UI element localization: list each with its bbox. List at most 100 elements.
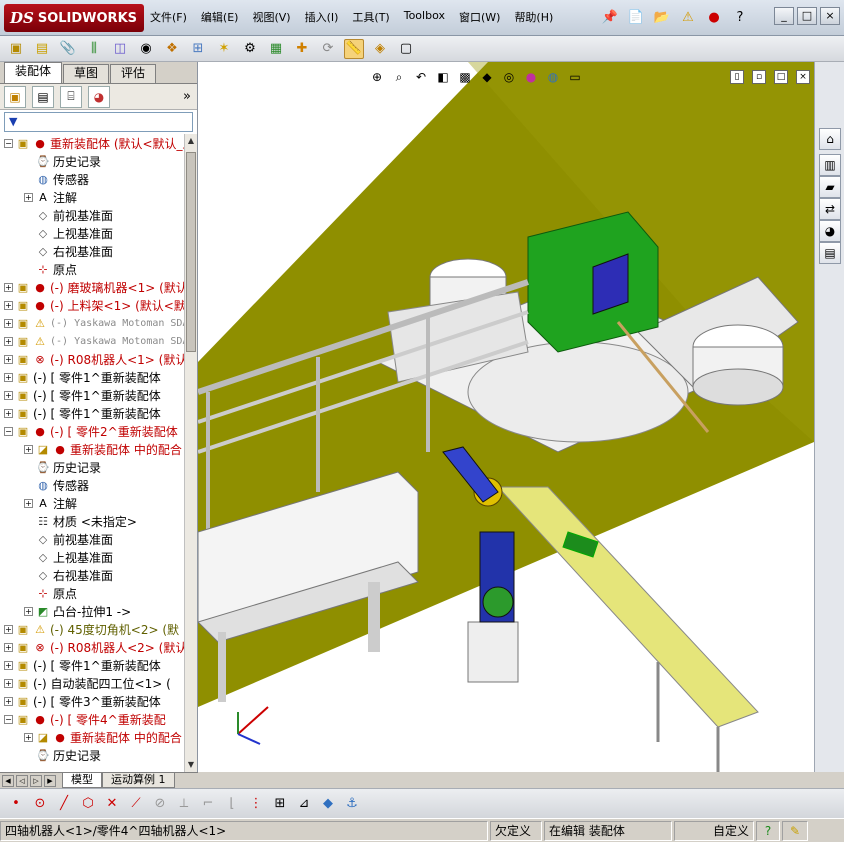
menu-edit[interactable]: 编辑(E): [201, 9, 239, 25]
expand-icon[interactable]: +: [24, 444, 33, 454]
tree-scrollbar[interactable]: ▲ ▼: [184, 134, 197, 772]
expand-icon[interactable]: +: [4, 408, 13, 418]
viewport-close-icon[interactable]: ×: [796, 70, 810, 84]
tree-item[interactable]: + ▣ (-) [ 零件1^重新装配体: [4, 656, 161, 674]
maximize-button[interactable]: □: [797, 7, 817, 25]
view-icon[interactable]: ◉: [136, 39, 156, 59]
status-tag-icon[interactable]: ✎: [782, 820, 808, 841]
align-icon[interactable]: ⫼: [84, 39, 104, 59]
tree-item[interactable]: + A 注解: [24, 494, 77, 512]
tree-item[interactable]: + ◩ 凸台-拉伸1 ->: [24, 602, 131, 620]
display-style-icon[interactable]: ◆: [478, 68, 496, 86]
tree-item[interactable]: ⌚ 历史记录: [24, 746, 101, 764]
status-units[interactable]: 自定义: [674, 820, 754, 841]
menu-file[interactable]: 文件(F): [150, 9, 187, 25]
menu-insert[interactable]: 插入(I): [305, 9, 339, 25]
tree-item[interactable]: + ▣ ⚠ (-) Yaskawa Motoman SDA20: [4, 332, 184, 350]
tree-item[interactable]: ◍ 传感器: [24, 170, 89, 188]
expand-icon[interactable]: +: [4, 336, 13, 346]
tree-item[interactable]: ◇ 右视基准面: [24, 242, 113, 260]
close-button[interactable]: ×: [820, 7, 840, 25]
tree-item[interactable]: − ▣ ● 重新装配体 (默认<默认_显: [4, 134, 184, 152]
more-tabs-icon[interactable]: »: [183, 89, 191, 104]
tree-item[interactable]: + ▣ ⊗ (-) R08机器人<2> (默认: [4, 638, 184, 656]
expand-icon[interactable]: +: [4, 300, 13, 310]
display-manager-icon[interactable]: ◕: [88, 85, 110, 108]
fillet-icon[interactable]: ⌐: [198, 794, 218, 814]
appearances-icon[interactable]: ◕: [819, 220, 841, 242]
tree-item[interactable]: ◇ 右视基准面: [24, 566, 113, 584]
expand-icon[interactable]: +: [4, 318, 13, 328]
previous-view-icon[interactable]: ↶: [412, 68, 430, 86]
tree-item[interactable]: ⌚ 历史记录: [24, 458, 101, 476]
hide-show-icon[interactable]: ◎: [500, 68, 518, 86]
tree-item[interactable]: + ▣ ● (-) 上料架<1> (默认<默: [4, 296, 184, 314]
assembly-3d-view[interactable]: [198, 62, 814, 772]
tree-item[interactable]: + ▣ (-) [ 零件3^重新装配体: [4, 692, 161, 710]
relation-icon[interactable]: ⊿: [294, 794, 314, 814]
tab-evaluate[interactable]: 评估: [110, 64, 157, 83]
display-icon[interactable]: ◈: [370, 39, 390, 59]
collapse-icon[interactable]: −: [4, 138, 13, 148]
tree-filter[interactable]: ▼: [4, 112, 193, 132]
expand-icon[interactable]: +: [24, 498, 33, 508]
expand-icon[interactable]: +: [4, 372, 13, 382]
tree-item[interactable]: + ◪ ● 重新装配体 中的配合: [24, 728, 182, 746]
smart-dimension-icon[interactable]: ⋮: [246, 794, 266, 814]
tree-item[interactable]: ◍ 传感器: [24, 476, 89, 494]
status-help-icon[interactable]: ?: [756, 820, 780, 841]
expand-icon[interactable]: +: [4, 642, 13, 652]
axis-icon[interactable]: ⚓: [342, 794, 362, 814]
tab-assembly[interactable]: 装配体: [4, 62, 63, 83]
menu-help[interactable]: 帮助(H): [514, 9, 553, 25]
measure-icon[interactable]: 📏: [344, 38, 364, 59]
expand-icon[interactable]: +: [4, 282, 13, 292]
tree-item[interactable]: + ▣ (-) [ 零件1^重新装配体: [4, 404, 161, 422]
expand-icon[interactable]: +: [24, 606, 33, 616]
next-tab-icon[interactable]: ▷: [30, 774, 42, 787]
grid-icon[interactable]: ⊞: [270, 794, 290, 814]
expand-icon[interactable]: +: [4, 660, 13, 670]
tree-item[interactable]: ☷ 材质 <未指定>: [24, 512, 137, 530]
first-tab-icon[interactable]: ◀: [2, 774, 14, 787]
tree-item[interactable]: + ▣ ● (-) 磨玻璃机器<1> (默认: [4, 278, 184, 296]
menu-tools[interactable]: 工具(T): [352, 9, 389, 25]
tree-item[interactable]: + ▣ ⚠ (-) Yaskawa Motoman SDA20: [4, 314, 184, 332]
edit-appearance-icon[interactable]: ●: [522, 68, 540, 86]
tree-item[interactable]: + ▣ ⚠ (-) 45度切角机<2> (默: [4, 620, 179, 638]
circle-icon[interactable]: ⊙: [30, 794, 50, 814]
tree-item[interactable]: + ▣ (-) [ 零件1^重新装配体: [4, 368, 161, 386]
tree-item[interactable]: − ▣ ● (-) [ 零件2^重新装配体: [4, 422, 178, 440]
trim-icon[interactable]: ✕: [102, 794, 122, 814]
tree-item[interactable]: ◇ 上视基准面: [24, 548, 113, 566]
menu-toolbox[interactable]: Toolbox: [404, 9, 445, 25]
tree-item[interactable]: ◇ 前视基准面: [24, 530, 113, 548]
feature-tree-icon[interactable]: ▣: [4, 85, 26, 108]
view-settings-icon[interactable]: ▭: [566, 68, 584, 86]
expand-icon[interactable]: +: [24, 192, 33, 202]
tab-sketch[interactable]: 草图: [63, 64, 110, 83]
view-orientation-icon[interactable]: ▩: [456, 68, 474, 86]
tree-item[interactable]: ⌚ 历史记录: [24, 152, 101, 170]
expand-icon[interactable]: +: [24, 732, 33, 742]
polygon-icon[interactable]: ⬡: [78, 794, 98, 814]
assembly-icon[interactable]: ▣: [6, 39, 26, 59]
last-tab-icon[interactable]: ▶: [44, 774, 56, 787]
expand-icon[interactable]: +: [4, 390, 13, 400]
traffic-light-icon[interactable]: ●: [704, 7, 724, 27]
viewport-maximize-icon[interactable]: □: [774, 70, 788, 84]
collapse-icon[interactable]: −: [4, 426, 13, 436]
expand-icon[interactable]: +: [4, 354, 13, 364]
menu-window[interactable]: 窗口(W): [459, 9, 500, 25]
custom-properties-icon[interactable]: ▤: [819, 242, 841, 264]
3d-icon[interactable]: ◆: [318, 794, 338, 814]
tree-item[interactable]: ◇ 前视基准面: [24, 206, 113, 224]
component-pattern-icon[interactable]: ❖: [162, 39, 182, 59]
insert-component-icon[interactable]: ◫: [110, 39, 130, 59]
tree-item[interactable]: + ◪ ● 重新装配体 中的配合: [24, 440, 182, 458]
image-icon[interactable]: ▢: [396, 39, 416, 59]
tree-item[interactable]: ⊹ 原点: [24, 260, 77, 278]
view-palette-icon[interactable]: ⇄: [819, 198, 841, 220]
paperclip-icon[interactable]: 📎: [58, 39, 78, 59]
rotate-component-icon[interactable]: ⟳: [318, 39, 338, 59]
